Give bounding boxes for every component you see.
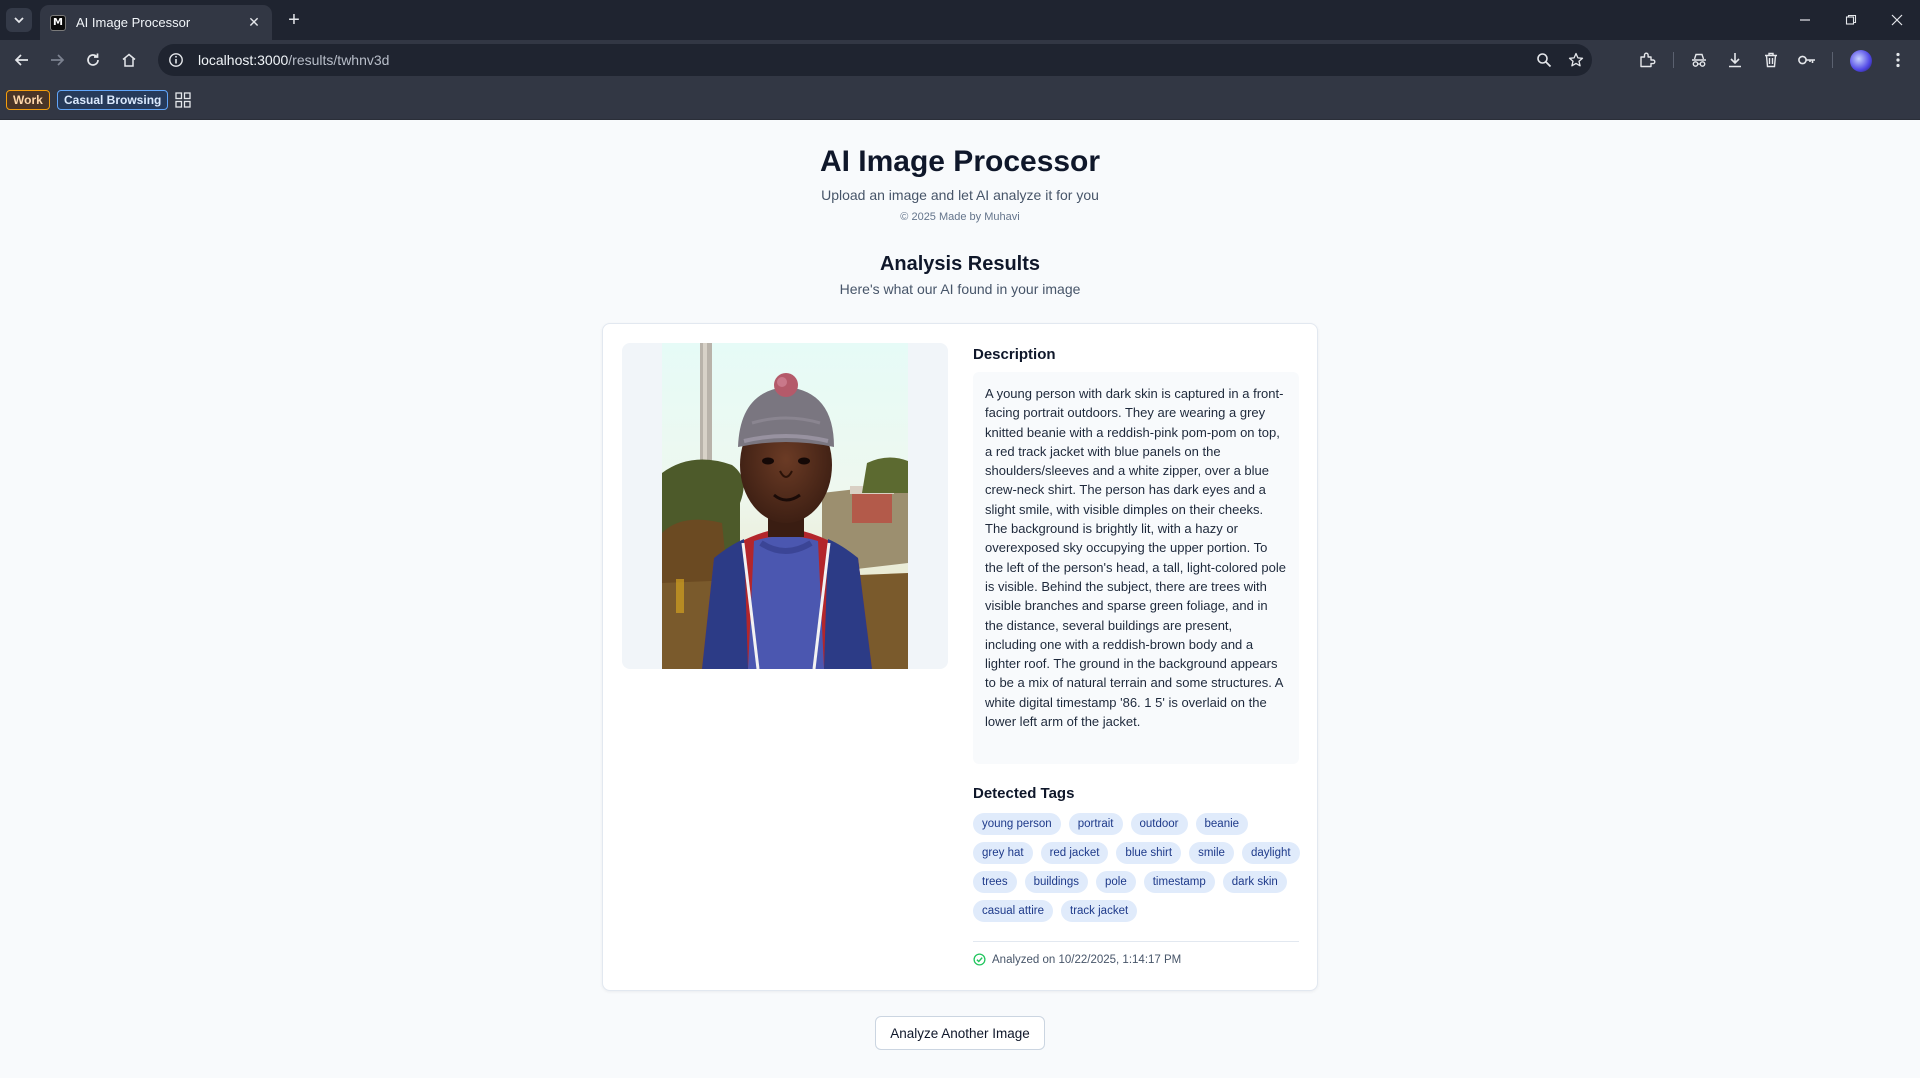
tag-chip: trees bbox=[973, 871, 1017, 893]
tag-chip: timestamp bbox=[1143, 871, 1215, 893]
bookmark-casual-browsing[interactable]: Casual Browsing bbox=[57, 90, 169, 110]
check-circle-icon bbox=[973, 953, 986, 966]
url-path: /results/twhnv3d bbox=[288, 52, 390, 68]
window-controls bbox=[1782, 0, 1920, 40]
home-icon bbox=[122, 53, 136, 67]
tab-search-button[interactable] bbox=[6, 8, 32, 32]
browser-tab-strip: M AI Image Processor ✕ + bbox=[0, 0, 1920, 40]
description-text: A young person with dark skin is capture… bbox=[973, 372, 1299, 764]
tag-chip: blue shirt bbox=[1116, 842, 1182, 864]
minimize-button[interactable] bbox=[1782, 0, 1828, 40]
password-key-icon[interactable] bbox=[1793, 46, 1821, 74]
tag-chip: casual attire bbox=[973, 900, 1054, 922]
toolbar-divider bbox=[1832, 52, 1833, 68]
tab-favicon-icon: M bbox=[50, 14, 66, 31]
menu-kebab-icon[interactable] bbox=[1884, 46, 1912, 74]
page-content: AI Image Processor Upload an image and l… bbox=[0, 121, 1920, 1078]
tag-chip: daylight bbox=[1241, 842, 1300, 864]
trash-icon[interactable] bbox=[1757, 46, 1785, 74]
results-card: Description A young person with dark ski… bbox=[602, 323, 1318, 991]
tag-chip: smile bbox=[1189, 842, 1234, 864]
tag-chip: pole bbox=[1095, 871, 1136, 893]
back-icon bbox=[14, 54, 28, 66]
zoom-icon[interactable] bbox=[1528, 46, 1560, 74]
app-title: AI Image Processor bbox=[819, 145, 1101, 178]
image-frame bbox=[622, 343, 948, 669]
tag-chip: grey hat bbox=[973, 842, 1033, 864]
tab-close-icon[interactable]: ✕ bbox=[246, 14, 262, 31]
analyzed-text: Analyzed on 10/22/2025, 1:14:17 PM bbox=[992, 953, 1182, 966]
active-tab[interactable]: M AI Image Processor ✕ bbox=[40, 5, 272, 40]
minimize-icon bbox=[1800, 19, 1810, 21]
tag-chip: portrait bbox=[1068, 813, 1123, 835]
tab-title: AI Image Processor bbox=[76, 15, 191, 30]
tag-chip: track jacket bbox=[1061, 900, 1138, 922]
browser-toolbar: localhost:3000/results/twhnv3d bbox=[0, 40, 1920, 80]
site-info-icon[interactable] bbox=[162, 46, 190, 74]
chevron-down-icon bbox=[14, 17, 24, 24]
tag-chip: outdoor bbox=[1130, 813, 1188, 835]
card-divider bbox=[973, 941, 1299, 942]
new-tab-button[interactable]: + bbox=[282, 8, 306, 32]
tag-chip: buildings bbox=[1024, 871, 1088, 893]
tag-chip: red jacket bbox=[1040, 842, 1109, 864]
analyzed-photo bbox=[662, 343, 908, 669]
tag-list: young person portrait outdoor beanie gre… bbox=[973, 813, 1303, 922]
bookmark-work[interactable]: Work bbox=[6, 90, 50, 110]
tags-heading: Detected Tags bbox=[973, 785, 1075, 802]
star-icon[interactable] bbox=[1560, 46, 1592, 74]
reload-button[interactable] bbox=[79, 46, 107, 74]
forward-icon bbox=[51, 54, 65, 66]
analyze-another-button[interactable]: Analyze Another Image bbox=[875, 1016, 1045, 1050]
url-host: localhost:3000 bbox=[198, 52, 289, 68]
incognito-icon[interactable] bbox=[1685, 46, 1713, 74]
address-bar[interactable]: localhost:3000/results/twhnv3d bbox=[158, 44, 1592, 76]
close-window-button[interactable] bbox=[1874, 0, 1920, 40]
app-subtitle: Upload an image and let AI analyze it fo… bbox=[821, 187, 1099, 203]
tag-chip: young person bbox=[973, 813, 1061, 835]
home-button[interactable] bbox=[115, 46, 143, 74]
extensions-icon[interactable] bbox=[1633, 46, 1661, 74]
back-button[interactable] bbox=[8, 46, 36, 74]
restore-button[interactable] bbox=[1828, 0, 1874, 40]
analyzed-timestamp: Analyzed on 10/22/2025, 1:14:17 PM bbox=[973, 953, 1181, 966]
bookmarks-bar: Work Casual Browsing bbox=[0, 80, 1920, 120]
app-credit: © 2025 Made by Muhavi bbox=[900, 211, 1020, 223]
close-icon bbox=[1891, 14, 1903, 26]
forward-button[interactable] bbox=[43, 46, 71, 74]
toolbar-divider bbox=[1673, 52, 1674, 68]
restore-icon bbox=[1845, 14, 1857, 25]
description-heading: Description bbox=[973, 346, 1056, 363]
tag-chip: dark skin bbox=[1222, 871, 1287, 893]
tag-chip: beanie bbox=[1195, 813, 1249, 835]
results-subtitle: Here's what our AI found in your image bbox=[839, 281, 1081, 297]
results-title: Analysis Results bbox=[879, 253, 1041, 275]
download-icon[interactable] bbox=[1721, 46, 1749, 74]
url-text[interactable]: localhost:3000/results/twhnv3d bbox=[198, 52, 1528, 68]
apps-grid-icon[interactable] bbox=[174, 91, 192, 109]
reload-icon bbox=[87, 53, 99, 66]
profile-avatar[interactable] bbox=[1850, 50, 1872, 72]
